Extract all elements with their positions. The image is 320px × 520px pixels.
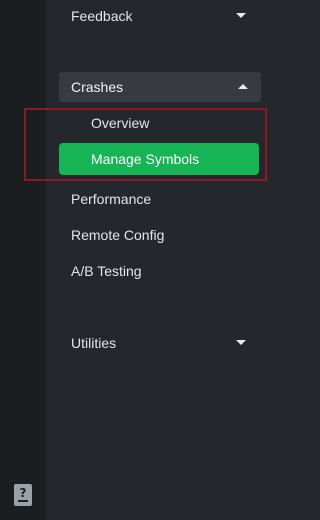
left-rail: ? — [0, 0, 46, 520]
sidebar-group-crashes[interactable]: Crashes — [59, 72, 261, 102]
chevron-down-icon[interactable] — [236, 13, 246, 18]
sidebar-item-utilities-label: Utilities — [71, 335, 117, 351]
chevron-up-icon[interactable] — [238, 84, 248, 89]
help-button[interactable]: ? — [14, 484, 32, 506]
help-icon: ? — [19, 486, 27, 500]
highlight-box — [24, 108, 267, 181]
sidebar-item-ab-testing[interactable]: A/B Testing — [71, 262, 142, 280]
sidebar-item-remote-config[interactable]: Remote Config — [71, 226, 164, 244]
sidebar-group-crashes-label: Crashes — [71, 79, 124, 95]
sidebar-panel: Feedback Crashes Overview Performance Re… — [46, 0, 271, 520]
sidebar-item-performance[interactable]: Performance — [71, 190, 151, 208]
sidebar-item-feedback-label: Feedback — [71, 8, 133, 24]
app-root: ? Feedback Crashes Overview Performance … — [0, 0, 271, 520]
help-icon-underline — [18, 500, 28, 502]
chevron-down-icon[interactable] — [236, 340, 246, 345]
